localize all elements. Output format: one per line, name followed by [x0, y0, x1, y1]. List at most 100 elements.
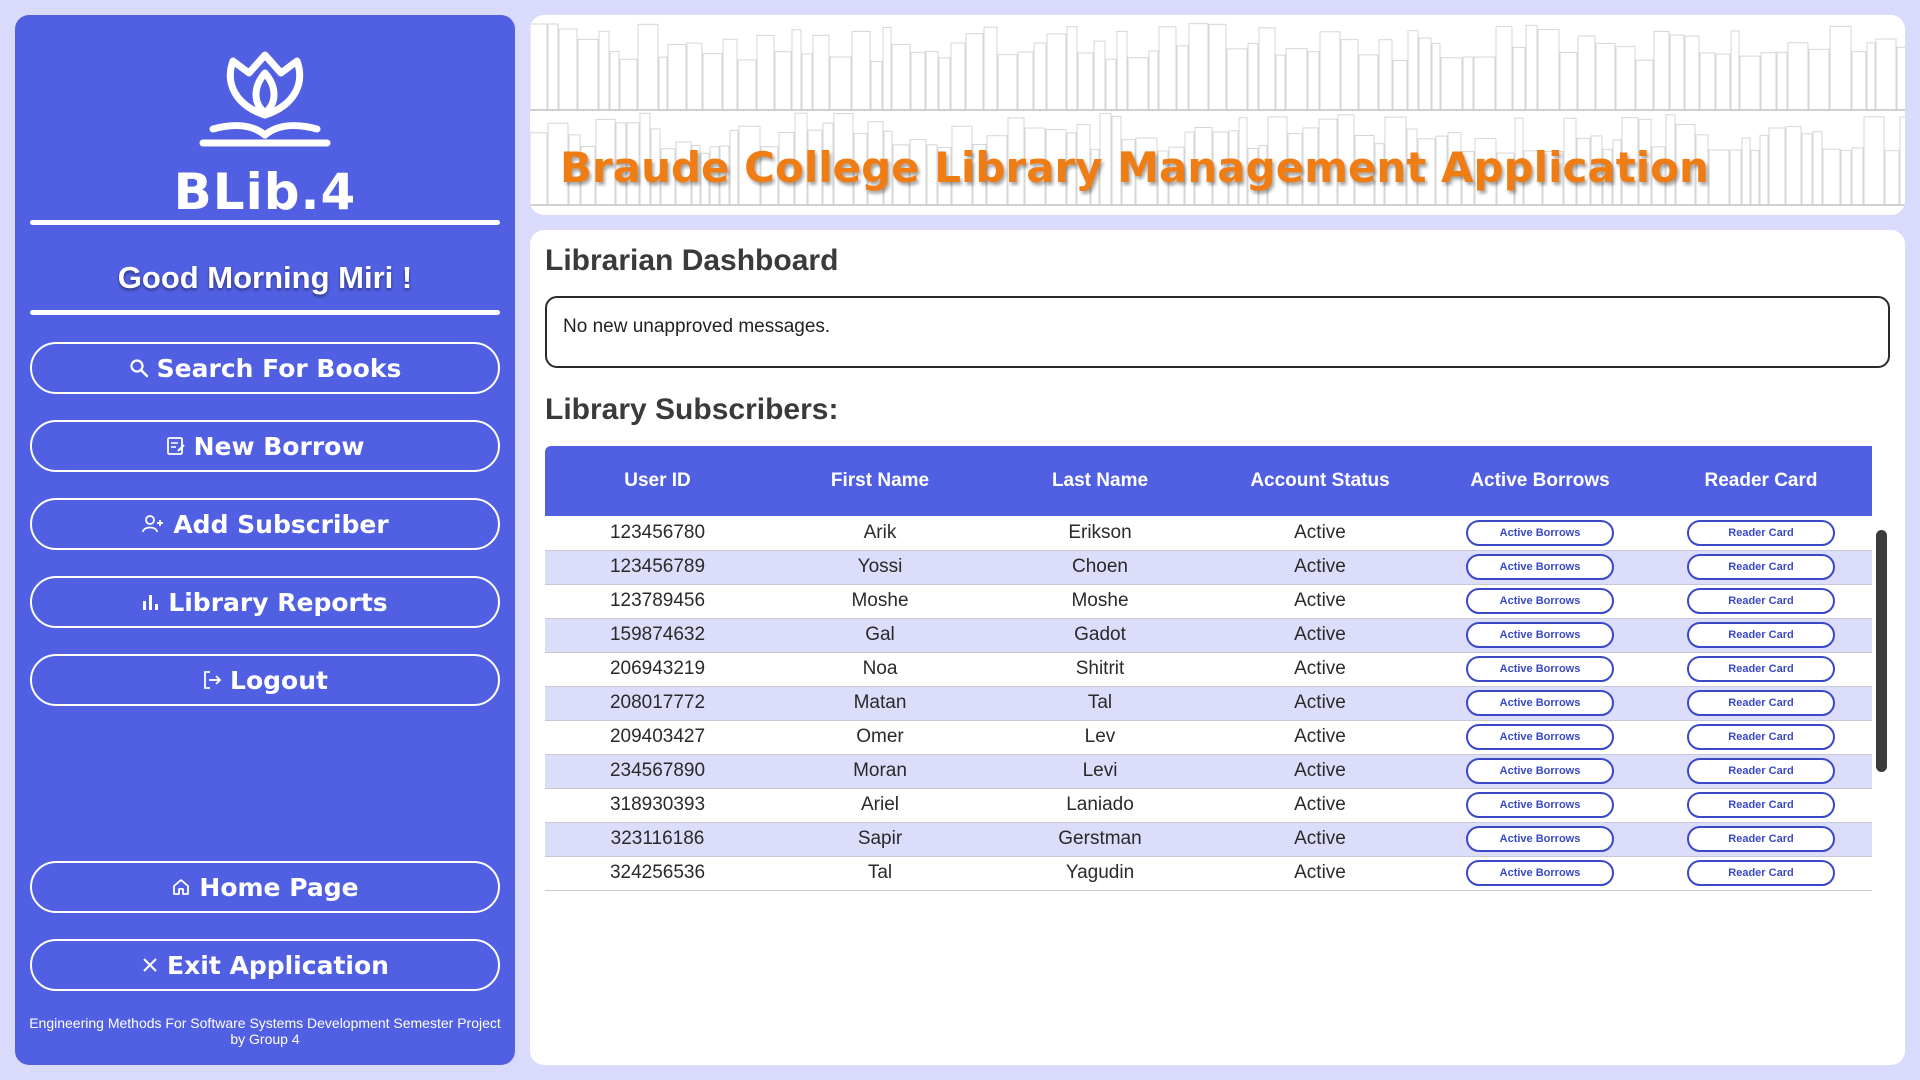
book-spine	[1699, 52, 1716, 111]
app-title: Braude College Library Management Applic…	[560, 143, 1709, 192]
library-reports-button[interactable]: Library Reports	[30, 576, 500, 628]
table-row[interactable]: 234567890 Moran Levi Active Active Borrows Re…	[545, 754, 1872, 789]
book-spine	[1418, 37, 1432, 111]
cell-user-id: 209403427	[545, 720, 770, 755]
column-header-account-status[interactable]: Account Status	[1210, 446, 1430, 516]
reader-card-button[interactable]: Reader Card	[1687, 792, 1835, 818]
book-spine	[965, 33, 984, 111]
book-spine	[1247, 42, 1259, 111]
book-spine	[1851, 147, 1864, 206]
reader-card-button[interactable]: Reader Card	[1687, 656, 1835, 682]
book-spine	[1729, 149, 1742, 206]
search-books-button[interactable]: Search For Books	[30, 342, 500, 394]
book-spine	[1512, 46, 1526, 111]
reader-card-button[interactable]: Reader Card	[1687, 588, 1835, 614]
table-row[interactable]: 318930393 Ariel Laniado Active Active Borrow…	[545, 788, 1872, 823]
close-icon	[143, 958, 157, 972]
column-header-last-name[interactable]: Last Name	[990, 446, 1210, 516]
cell-last-name: Yagudin	[990, 856, 1210, 891]
table-row[interactable]: 208017772 Matan Tal Active Active Borrows Rea…	[545, 686, 1872, 721]
cell-first-name: Tal	[770, 856, 990, 891]
table-row[interactable]: 159874632 Gal Gadot Active Active Borrows Rea…	[545, 618, 1872, 653]
column-header-first-name[interactable]: First Name	[770, 446, 990, 516]
book-spine	[1033, 42, 1047, 111]
table-row[interactable]: 123456780 Arik Erikson Active Active Borrows…	[545, 516, 1872, 551]
book-spine	[598, 30, 610, 111]
cell-first-name: Arik	[770, 516, 990, 551]
reader-card-cell: Reader Card	[1650, 822, 1872, 857]
add-subscriber-button[interactable]: Add Subscriber	[30, 498, 500, 550]
reader-card-cell: Reader Card	[1650, 788, 1872, 823]
book-spine	[1559, 51, 1578, 111]
book-spine	[870, 60, 883, 111]
active-borrows-button[interactable]: Active Borrows	[1466, 554, 1614, 580]
column-header-user-id[interactable]: User ID	[545, 446, 770, 516]
active-borrows-button[interactable]: Active Borrows	[1466, 622, 1614, 648]
table-header-row: User ID First Name Last Name Account Sta…	[545, 446, 1872, 516]
active-borrows-button[interactable]: Active Borrows	[1466, 724, 1614, 750]
reader-card-button[interactable]: Reader Card	[1687, 826, 1835, 852]
subscribers-table-container: User ID First Name Last Name Account Sta…	[545, 446, 1890, 902]
table-row[interactable]: 324256536 Tal Yagudin Active Active Borrows R…	[545, 856, 1872, 891]
reader-card-cell: Reader Card	[1650, 652, 1872, 687]
book-spine	[812, 34, 830, 111]
book-spine	[558, 28, 578, 111]
active-borrows-cell: Active Borrows	[1430, 686, 1650, 721]
table-row[interactable]: 123789456 Moshe Moshe Active Active Borrows R…	[545, 584, 1872, 619]
active-borrows-button[interactable]: Active Borrows	[1466, 588, 1614, 614]
table-scrollbar-thumb[interactable]	[1876, 530, 1887, 772]
reader-card-button[interactable]: Reader Card	[1687, 519, 1835, 546]
table-row[interactable]: 206943219 Noa Shitrit Active Active Borrows R…	[545, 652, 1872, 687]
reader-card-button[interactable]: Reader Card	[1687, 554, 1835, 580]
main-panel: Librarian Dashboard No new unapproved me…	[530, 230, 1905, 1065]
table-row[interactable]: 123456789 Yossi Choen Active Active Borrows R…	[545, 550, 1872, 585]
book-spine	[1093, 40, 1106, 111]
book-spine	[983, 26, 998, 111]
book-spine	[882, 27, 892, 111]
logout-icon	[204, 671, 222, 689]
active-borrows-cell: Active Borrows	[1430, 754, 1650, 789]
active-borrows-button[interactable]: Active Borrows	[1466, 792, 1614, 818]
cell-last-name: Levi	[990, 754, 1210, 789]
active-borrows-button[interactable]: Active Borrows	[1466, 656, 1614, 682]
book-spine	[702, 53, 723, 111]
active-borrows-button[interactable]: Active Borrows	[1466, 758, 1614, 784]
book-spine	[1577, 35, 1596, 111]
reader-card-button[interactable]: Reader Card	[1687, 622, 1835, 648]
book-spine	[1307, 51, 1320, 111]
cell-first-name: Ariel	[770, 788, 990, 823]
book-spine	[1759, 134, 1769, 206]
reader-card-button[interactable]: Reader Card	[1687, 690, 1835, 716]
exit-application-button[interactable]: Exit Application	[30, 939, 500, 991]
column-header-reader-card[interactable]: Reader Card	[1650, 446, 1872, 516]
book-spine	[1378, 39, 1393, 111]
active-borrows-button[interactable]: Active Borrows	[1466, 826, 1614, 852]
subscribers-title: Library Subscribers:	[545, 393, 839, 426]
book-spine	[1812, 131, 1823, 206]
dashboard-title: Librarian Dashboard	[545, 244, 839, 277]
cell-first-name: Noa	[770, 652, 990, 687]
book-spine	[609, 51, 620, 111]
reader-card-button[interactable]: Reader Card	[1687, 724, 1835, 750]
table-row[interactable]: 323116186 Sapir Gerstman Active Active Borro…	[545, 822, 1872, 857]
book-spine	[1226, 48, 1248, 111]
cell-last-name: Shitrit	[990, 652, 1210, 687]
new-borrow-button[interactable]: New Borrow	[30, 420, 500, 472]
footer-credit: Engineering Methods For Software Systems…	[15, 1015, 515, 1047]
column-header-active-borrows[interactable]: Active Borrows	[1430, 446, 1650, 516]
sidebar: BLib.4 Good Morning Miri ! Search For Bo…	[15, 15, 515, 1065]
table-row[interactable]: 209403427 Omer Lev Active Active Borrows Read…	[545, 720, 1872, 755]
logout-button[interactable]: Logout	[30, 654, 500, 706]
active-borrows-button[interactable]: Active Borrows	[1466, 690, 1614, 716]
active-borrows-button[interactable]: Active Borrows	[1466, 860, 1614, 886]
reader-card-button[interactable]: Reader Card	[1687, 758, 1835, 784]
cell-last-name: Gadot	[990, 618, 1210, 653]
home-page-button[interactable]: Home Page	[30, 861, 500, 913]
exit-application-label: Exit Application	[167, 950, 389, 980]
book-spine	[1851, 51, 1867, 111]
search-icon	[130, 359, 148, 378]
cell-first-name: Matan	[770, 686, 990, 721]
table-scrollbar[interactable]	[1872, 516, 1890, 902]
reader-card-button[interactable]: Reader Card	[1687, 860, 1835, 886]
active-borrows-button[interactable]: Active Borrows	[1466, 519, 1614, 546]
